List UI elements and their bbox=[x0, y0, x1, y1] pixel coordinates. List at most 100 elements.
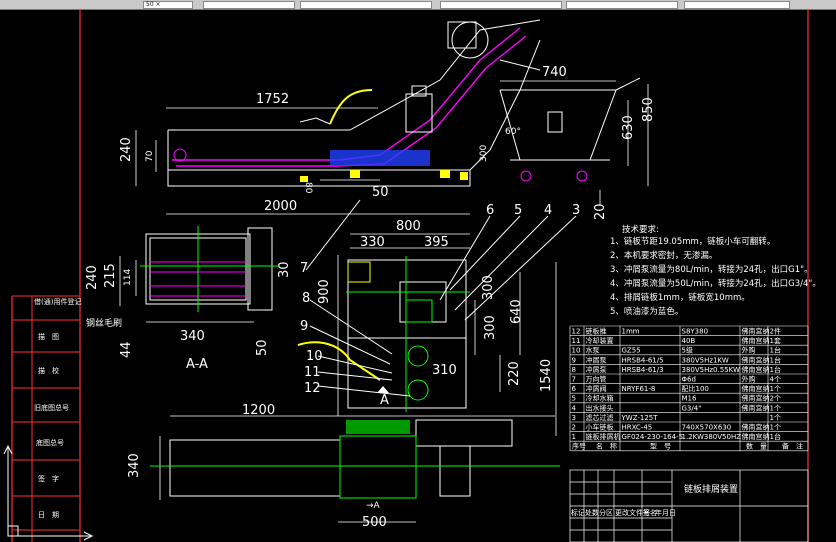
dim-640: 640 bbox=[509, 299, 524, 324]
note-item: 1、链板节距19.05mm，链板小车可翻转。 bbox=[610, 236, 775, 247]
dim-340b: 340 bbox=[127, 453, 142, 478]
bom-cell: 冲屑阀 bbox=[586, 384, 607, 393]
note-item: 5、喷油漆为蓝色。 bbox=[610, 306, 683, 317]
note-item: 3、冲屑泵流量为80L/min，转接为24孔，出口G1"。 bbox=[610, 264, 813, 275]
balloon-8: 8 bbox=[302, 291, 310, 306]
section-aa-label: A-A bbox=[186, 357, 208, 372]
dim-850: 850 bbox=[641, 97, 656, 122]
bom-cell: 滤芯过滤 bbox=[586, 413, 614, 422]
dim-80: 80 bbox=[303, 182, 313, 194]
balloon-5: 5 bbox=[514, 203, 522, 218]
stamp-label: 描 图 bbox=[38, 332, 59, 341]
bom-cell: 佛南宫纳 bbox=[742, 432, 770, 441]
bom-cell: 10 bbox=[572, 347, 581, 355]
bom-cell: M16 bbox=[682, 395, 697, 403]
bom-cell: 配比100 bbox=[682, 384, 709, 393]
view-a-arrow bbox=[377, 386, 389, 393]
bom-header: 数 量 bbox=[746, 442, 767, 451]
rev-col-label: 标记 bbox=[571, 508, 585, 517]
toolbar-field[interactable]: 50 × bbox=[143, 1, 193, 9]
cad-drawing-canvas[interactable]: 借(通)用件登记 描 图 描 校 旧底图总号 底图总号 签 字 日 期 1752… bbox=[0, 10, 836, 542]
note-item: 4、冲屑泵流量为50L/min，转接为24孔，出口G3/4"。 bbox=[610, 278, 821, 289]
dim-500: 500 bbox=[362, 515, 387, 530]
dim-240: 240 bbox=[119, 137, 134, 162]
bom-cell: 万向管 bbox=[586, 375, 607, 384]
dim-50: 50 bbox=[372, 185, 389, 200]
balloon-11: 11 bbox=[304, 365, 321, 380]
bom-cell: 2 bbox=[572, 424, 576, 432]
bom-cell: 7 bbox=[572, 376, 576, 384]
bom-cell: 1个 bbox=[770, 385, 781, 393]
bom-header: 名 称 bbox=[596, 442, 617, 451]
bom-header: 备 注 bbox=[782, 442, 803, 451]
bom-cell: Φ6d bbox=[682, 376, 696, 384]
dim-740: 740 bbox=[542, 65, 567, 80]
dim-1200: 1200 bbox=[242, 403, 275, 418]
dim-2000: 2000 bbox=[264, 199, 297, 214]
dim-30: 30 bbox=[277, 261, 292, 278]
filter-tank bbox=[330, 150, 430, 166]
bom-header: 型 号 bbox=[650, 442, 671, 451]
bom-cell: GF024-230-164-5 bbox=[622, 433, 684, 441]
bom-cell: 冲屑泵 bbox=[586, 355, 607, 364]
left-stamp-table: 借(通)用件登记 描 图 描 校 旧底图总号 底图总号 签 字 日 期 bbox=[12, 295, 81, 542]
toolbar-dropdown[interactable] bbox=[684, 1, 790, 9]
bom-cell: S8Y380 bbox=[682, 328, 709, 336]
dim-900: 900 bbox=[317, 279, 332, 304]
toolbar-dropdown[interactable] bbox=[566, 1, 678, 9]
bom-cell: 1 bbox=[572, 433, 576, 441]
rev-col-label: 分区 bbox=[599, 508, 613, 517]
bom-cell: 佛南宫纳 bbox=[742, 355, 770, 364]
stamp-label: 借(通)用件登记 bbox=[34, 297, 81, 306]
bom-cell: HRXC-45 bbox=[622, 424, 653, 432]
dim-1752: 1752 bbox=[256, 92, 289, 107]
bom-cell: 11 bbox=[572, 337, 581, 345]
toolbar-dropdown[interactable] bbox=[203, 1, 295, 9]
dimension-texts: 1752 740 850 630 240 70 300 50 80 20 200… bbox=[85, 65, 656, 530]
toolbar-dropdown[interactable] bbox=[440, 1, 562, 9]
balloon-4: 4 bbox=[544, 203, 552, 218]
dim-1540: 1540 bbox=[539, 359, 554, 392]
bom-cell: 佛南宫纳 bbox=[742, 394, 770, 403]
bom-cell: 链板排屑机 bbox=[586, 432, 621, 441]
toolbar-field-text: 50 × bbox=[146, 1, 161, 8]
dim-630: 630 bbox=[621, 115, 636, 140]
bom-cell: 冷却水箱 bbox=[586, 394, 614, 403]
bom-cell: 出水接头 bbox=[586, 403, 614, 412]
bom-cell: 5级 bbox=[682, 346, 693, 355]
bom-cell: 外购 bbox=[742, 346, 756, 355]
dim-300c: 300 bbox=[483, 315, 498, 340]
pump-motor bbox=[405, 93, 433, 133]
stamp-label: 签 字 bbox=[38, 474, 59, 483]
bom-cell: 1台 bbox=[770, 346, 781, 355]
stamp-label: 日 期 bbox=[38, 511, 59, 519]
toolbar-dropdown[interactable] bbox=[300, 1, 432, 9]
bom-cell: 1.2KW380V50HZ bbox=[682, 433, 742, 441]
note-item: 2、本机要求密封，无渗漏。 bbox=[610, 250, 717, 261]
dim-300b: 300 bbox=[481, 275, 496, 300]
balloon-10: 10 bbox=[306, 349, 323, 364]
dim-70: 70 bbox=[145, 150, 155, 162]
bom-cell: 12 bbox=[572, 328, 581, 336]
bom-cell: 40B bbox=[682, 337, 696, 345]
brush-label: 钢丝毛刷 bbox=[86, 317, 122, 329]
stamp-label: 描 校 bbox=[38, 366, 59, 375]
bottom-view: →A bbox=[150, 419, 560, 511]
cad-toolbar-strip: 50 × bbox=[0, 0, 836, 10]
technical-notes: 技术要求: 1、链板节距19.05mm，链板小车可翻转。 2、本机要求密封，无渗… bbox=[610, 224, 821, 317]
bom-header: 序号 bbox=[572, 442, 586, 451]
bom-cell: 1个 bbox=[770, 404, 781, 412]
bom-cell: 8 bbox=[572, 366, 576, 374]
balloon-9: 9 bbox=[300, 319, 308, 334]
bom-cell: 3 bbox=[572, 414, 576, 422]
bom-cell: 6 bbox=[572, 385, 577, 393]
note-item: 4、排屑链板1mm，链板宽10mm。 bbox=[610, 292, 750, 303]
title-block: 链板排屑装置 标记 处数 分区 更改文件号签名年月日 bbox=[569, 469, 809, 542]
drive-motor bbox=[451, 21, 489, 59]
dim-395: 395 bbox=[424, 235, 449, 250]
balloon-3: 3 bbox=[572, 203, 580, 218]
dim-330: 330 bbox=[360, 235, 385, 250]
notes-title: 技术要求: bbox=[622, 224, 659, 235]
dimension-lines bbox=[119, 80, 649, 523]
bom-cell: 1mm bbox=[622, 328, 640, 336]
